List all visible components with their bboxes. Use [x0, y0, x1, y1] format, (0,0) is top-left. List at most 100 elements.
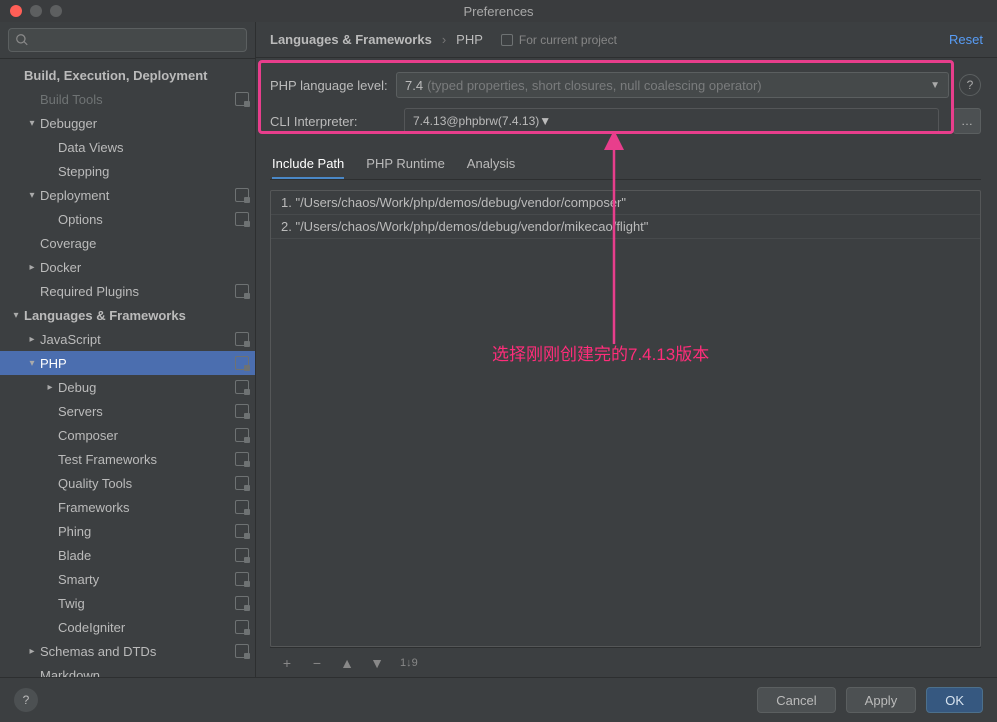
move-down-icon[interactable]: ▼	[370, 656, 384, 670]
sidebar-item[interactable]: Twig	[0, 591, 255, 615]
content-header: Languages & Frameworks › PHP For current…	[256, 22, 997, 58]
for-current-project-label: For current project	[519, 33, 617, 47]
for-current-project: For current project	[501, 33, 617, 47]
include-path-toolbar: + − ▲ ▼ 1↓9	[270, 647, 981, 677]
list-item[interactable]: 2. "/Users/chaos/Work/php/demos/debug/ve…	[271, 215, 980, 239]
sidebar-item[interactable]: ▾Languages & Frameworks	[0, 303, 255, 327]
cancel-button[interactable]: Cancel	[757, 687, 835, 713]
content-body: PHP language level: 7.4 (typed propertie…	[256, 58, 997, 677]
tab-php-runtime[interactable]: PHP Runtime	[366, 150, 445, 179]
php-language-level-select[interactable]: 7.4 (typed properties, short closures, n…	[396, 72, 949, 98]
sidebar-item[interactable]: ▾Debugger	[0, 111, 255, 135]
sidebar-item[interactable]: Quality Tools	[0, 471, 255, 495]
sidebar-item[interactable]: Options	[0, 207, 255, 231]
project-scope-icon	[235, 380, 249, 394]
titlebar: Preferences	[0, 0, 997, 22]
reset-link[interactable]: Reset	[949, 32, 983, 47]
sidebar-item[interactable]: Required Plugins	[0, 279, 255, 303]
sidebar-item-label: Options	[58, 212, 231, 227]
sidebar-item[interactable]: Phing	[0, 519, 255, 543]
sidebar-item-label: Twig	[58, 596, 231, 611]
sidebar-item-label: Coverage	[40, 236, 249, 251]
sidebar-item-label: Debug	[58, 380, 231, 395]
window-title: Preferences	[0, 4, 997, 19]
sidebar-item-label: Required Plugins	[40, 284, 231, 299]
sidebar-item[interactable]: Test Frameworks	[0, 447, 255, 471]
project-scope-icon	[235, 92, 249, 106]
sidebar-item-label: Quality Tools	[58, 476, 231, 491]
sidebar-item-label: Build, Execution, Deployment	[24, 68, 249, 83]
add-icon[interactable]: +	[280, 656, 294, 670]
sidebar-item-label: Stepping	[58, 164, 249, 179]
cli-interpreter-select[interactable]: 7.4.13@phpbrw (7.4.13) ▼	[404, 108, 939, 134]
chevron-down-icon: ▾	[26, 118, 38, 129]
php-language-level-label: PHP language level:	[270, 78, 396, 93]
sidebar-item-label: JavaScript	[40, 332, 231, 347]
project-scope-icon	[235, 428, 249, 442]
sidebar-item-label: Test Frameworks	[58, 452, 231, 467]
sidebar-item-label: Data Views	[58, 140, 249, 155]
project-scope-icon	[235, 212, 249, 226]
sidebar-item[interactable]: ▸Debug	[0, 375, 255, 399]
sidebar-item[interactable]: Build, Execution, Deployment	[0, 63, 255, 87]
sidebar-item[interactable]: Composer	[0, 423, 255, 447]
cli-interpreter-browse-button[interactable]: …	[953, 108, 981, 134]
tab-include-path[interactable]: Include Path	[272, 150, 344, 179]
help-icon[interactable]: ?	[959, 74, 981, 96]
sidebar-item-label: Frameworks	[58, 500, 231, 515]
chevron-down-icon: ▾	[26, 190, 38, 201]
sidebar-item-label: Phing	[58, 524, 231, 539]
chevron-right-icon: ▸	[44, 382, 56, 393]
project-scope-icon	[235, 404, 249, 418]
chevron-right-icon: ▸	[26, 334, 38, 345]
php-language-level-value: 7.4	[405, 78, 423, 93]
main-area: Build, Execution, DeploymentBuild Tools▾…	[0, 22, 997, 677]
sidebar-item[interactable]: Data Views	[0, 135, 255, 159]
project-scope-icon	[235, 524, 249, 538]
ok-button[interactable]: OK	[926, 687, 983, 713]
sidebar-item[interactable]: ▸Schemas and DTDs	[0, 639, 255, 663]
php-language-level-row: PHP language level: 7.4 (typed propertie…	[270, 72, 981, 98]
sidebar-item-label: Debugger	[40, 116, 249, 131]
cli-interpreter-label: CLI Interpreter:	[270, 114, 396, 129]
chevron-down-icon: ▾	[10, 310, 22, 321]
sidebar-item[interactable]: ▸Docker	[0, 255, 255, 279]
settings-tree[interactable]: Build, Execution, DeploymentBuild Tools▾…	[0, 59, 255, 677]
sidebar-item[interactable]: Servers	[0, 399, 255, 423]
sidebar-item[interactable]: Markdown	[0, 663, 255, 677]
sidebar-item[interactable]: ▾PHP	[0, 351, 255, 375]
chevron-right-icon: ▸	[26, 262, 38, 273]
list-item[interactable]: 1. "/Users/chaos/Work/php/demos/debug/ve…	[271, 191, 980, 215]
project-icon	[501, 34, 513, 46]
apply-button[interactable]: Apply	[846, 687, 917, 713]
cli-interpreter-value: 7.4.13@phpbrw	[413, 114, 498, 128]
sidebar-item[interactable]: Coverage	[0, 231, 255, 255]
move-up-icon[interactable]: ▲	[340, 656, 354, 670]
sidebar-item[interactable]: Smarty	[0, 567, 255, 591]
chevron-down-icon: ▼	[930, 80, 940, 91]
sort-icon[interactable]: 1↓9	[400, 657, 418, 669]
remove-icon[interactable]: −	[310, 656, 324, 670]
footer-help-button[interactable]: ?	[14, 688, 38, 712]
project-scope-icon	[235, 644, 249, 658]
sidebar-item[interactable]: Blade	[0, 543, 255, 567]
sidebar-item[interactable]: ▾Deployment	[0, 183, 255, 207]
tab-analysis[interactable]: Analysis	[467, 150, 515, 179]
cli-interpreter-hint: (7.4.13)	[498, 114, 539, 128]
chevron-down-icon: ▾	[26, 358, 38, 369]
breadcrumb-root[interactable]: Languages & Frameworks	[270, 32, 432, 47]
project-scope-icon	[235, 620, 249, 634]
cli-interpreter-row: CLI Interpreter: 7.4.13@phpbrw (7.4.13) …	[270, 108, 981, 134]
project-scope-icon	[235, 452, 249, 466]
cli-select-wrap: 7.4.13@phpbrw (7.4.13) ▼	[396, 108, 947, 134]
sidebar-item[interactable]: Stepping	[0, 159, 255, 183]
sidebar-item[interactable]: ▸JavaScript	[0, 327, 255, 351]
project-scope-icon	[235, 476, 249, 490]
sidebar-item[interactable]: Frameworks	[0, 495, 255, 519]
project-scope-icon	[235, 548, 249, 562]
search-input[interactable]	[8, 28, 247, 52]
sidebar-item[interactable]: CodeIgniter	[0, 615, 255, 639]
sidebar-item[interactable]: Build Tools	[0, 87, 255, 111]
sidebar-item-label: Smarty	[58, 572, 231, 587]
content-pane: Languages & Frameworks › PHP For current…	[256, 22, 997, 677]
